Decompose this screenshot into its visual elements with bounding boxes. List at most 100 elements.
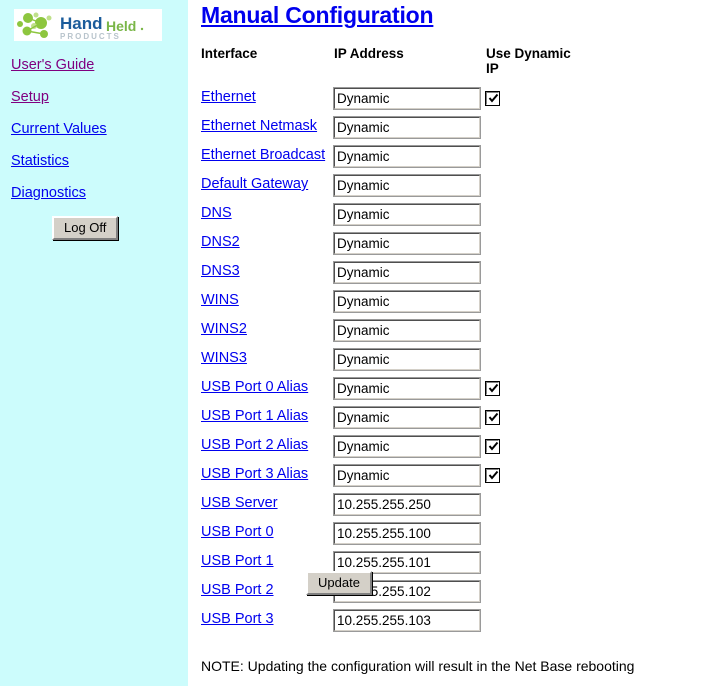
logoff-button-wrap: Log Off (52, 216, 119, 240)
ip-address-input[interactable] (333, 551, 481, 574)
ip-address-input[interactable] (333, 493, 481, 516)
sidebar-item-users-guide[interactable]: User's Guide (11, 56, 181, 74)
update-button-wrap: Update (306, 571, 372, 595)
table-row: DNS (201, 202, 596, 231)
cell-use-dynamic-ip (486, 144, 596, 173)
ip-address-input[interactable] (333, 348, 481, 371)
reboot-note: NOTE: Updating the configuration will re… (201, 658, 635, 674)
ip-address-input[interactable] (333, 174, 481, 197)
table-row: USB Port 0 (201, 521, 596, 550)
interface-link[interactable]: WINS3 (201, 347, 247, 367)
ip-address-input[interactable] (333, 232, 481, 255)
ip-address-input[interactable] (333, 203, 481, 226)
interface-link[interactable]: DNS (201, 202, 232, 222)
cell-ip-address (333, 202, 486, 231)
interface-link[interactable]: USB Port 3 (201, 608, 274, 628)
manual-configuration-page: Hand Held PRODUCTS User's Guide Setup Cu… (0, 0, 704, 686)
table-row: DNS2 (201, 231, 596, 260)
interface-link[interactable]: WINS2 (201, 318, 247, 338)
interface-link[interactable]: USB Port 2 (201, 579, 274, 599)
log-off-button[interactable]: Log Off (52, 216, 119, 240)
cell-interface: WINS3 (201, 347, 334, 376)
interface-link[interactable]: Ethernet Netmask (201, 115, 317, 135)
ip-address-input[interactable] (333, 116, 481, 139)
cell-interface: Ethernet Broadcast (201, 144, 334, 173)
use-dynamic-ip-checkbox[interactable] (486, 411, 499, 424)
cell-interface: USB Server (201, 492, 334, 521)
cell-interface: DNS (201, 202, 334, 231)
cell-ip-address (333, 347, 486, 376)
column-header-use-dynamic-ip: Use Dynamic IP (486, 46, 596, 86)
interface-link[interactable]: Ethernet Broadcast (201, 144, 325, 164)
interface-link[interactable]: USB Port 1 Alias (201, 405, 308, 425)
manual-configuration-table: Interface IP Address Use Dynamic IP Ethe… (201, 46, 596, 637)
use-dynamic-ip-checkbox[interactable] (486, 440, 499, 453)
sidebar-nav: User's Guide Setup Current Values Statis… (11, 56, 181, 216)
table-header-row: Interface IP Address Use Dynamic IP (201, 46, 596, 86)
ip-address-input[interactable] (333, 87, 481, 110)
table-row: WINS3 (201, 347, 596, 376)
cell-interface: USB Port 3 Alias (201, 463, 334, 492)
interface-link[interactable]: DNS3 (201, 260, 240, 280)
ip-address-input[interactable] (333, 609, 481, 632)
ip-address-input[interactable] (333, 406, 481, 429)
ip-address-input[interactable] (333, 145, 481, 168)
cell-ip-address (333, 144, 486, 173)
cell-use-dynamic-ip (486, 492, 596, 521)
interface-link[interactable]: DNS2 (201, 231, 240, 251)
interface-link[interactable]: USB Port 2 Alias (201, 434, 308, 454)
cell-interface: USB Port 2 Alias (201, 434, 334, 463)
sidebar-item-statistics[interactable]: Statistics (11, 152, 181, 170)
interface-link[interactable]: USB Port 0 (201, 521, 274, 541)
interface-link[interactable]: Default Gateway (201, 173, 308, 193)
ip-address-input[interactable] (333, 290, 481, 313)
cell-use-dynamic-ip (486, 579, 596, 608)
sidebar-item-diagnostics[interactable]: Diagnostics (11, 184, 181, 202)
table-row: USB Port 0 Alias (201, 376, 596, 405)
table-row: USB Server (201, 492, 596, 521)
cell-use-dynamic-ip (486, 202, 596, 231)
interface-link[interactable]: USB Port 1 (201, 550, 274, 570)
sidebar: Hand Held PRODUCTS User's Guide Setup Cu… (0, 0, 188, 686)
sidebar-item-current-values[interactable]: Current Values (11, 120, 181, 138)
svg-text:PRODUCTS: PRODUCTS (60, 32, 121, 41)
cell-ip-address (333, 376, 486, 405)
use-dynamic-ip-checkbox[interactable] (486, 469, 499, 482)
column-header-interface: Interface (201, 46, 258, 61)
ip-address-input[interactable] (333, 319, 481, 342)
cell-use-dynamic-ip (486, 260, 596, 289)
table-row: DNS3 (201, 260, 596, 289)
cell-ip-address (333, 318, 486, 347)
cell-ip-address (333, 289, 486, 318)
table-row: USB Port 3 Alias (201, 463, 596, 492)
cell-ip-address (333, 463, 486, 492)
cell-use-dynamic-ip (486, 550, 596, 579)
interface-link[interactable]: USB Port 3 Alias (201, 463, 308, 483)
interface-link[interactable]: Ethernet (201, 86, 256, 106)
ip-address-input[interactable] (333, 377, 481, 400)
interface-link[interactable]: USB Port 0 Alias (201, 376, 308, 396)
use-dynamic-ip-checkbox[interactable] (486, 382, 499, 395)
table-row: USB Port 1 Alias (201, 405, 596, 434)
ip-address-input[interactable] (333, 464, 481, 487)
interface-link[interactable]: USB Server (201, 492, 278, 512)
ip-address-input[interactable] (333, 261, 481, 284)
ip-address-input[interactable] (333, 522, 481, 545)
update-button[interactable]: Update (306, 571, 372, 595)
cell-interface: Ethernet Netmask (201, 115, 334, 144)
cell-ip-address (333, 434, 486, 463)
table-row: USB Port 3 (201, 608, 596, 637)
cell-interface: USB Port 0 (201, 521, 334, 550)
cell-use-dynamic-ip (486, 608, 596, 637)
cell-use-dynamic-ip (486, 463, 596, 492)
interface-link[interactable]: WINS (201, 289, 239, 309)
cell-use-dynamic-ip (486, 115, 596, 144)
sidebar-item-setup[interactable]: Setup (11, 88, 181, 106)
use-dynamic-ip-checkbox[interactable] (486, 92, 499, 105)
cell-ip-address (333, 231, 486, 260)
cell-use-dynamic-ip (486, 347, 596, 376)
cell-ip-address (333, 608, 486, 637)
ip-address-input[interactable] (333, 435, 481, 458)
table-row: Ethernet Broadcast (201, 144, 596, 173)
cell-ip-address (333, 115, 486, 144)
